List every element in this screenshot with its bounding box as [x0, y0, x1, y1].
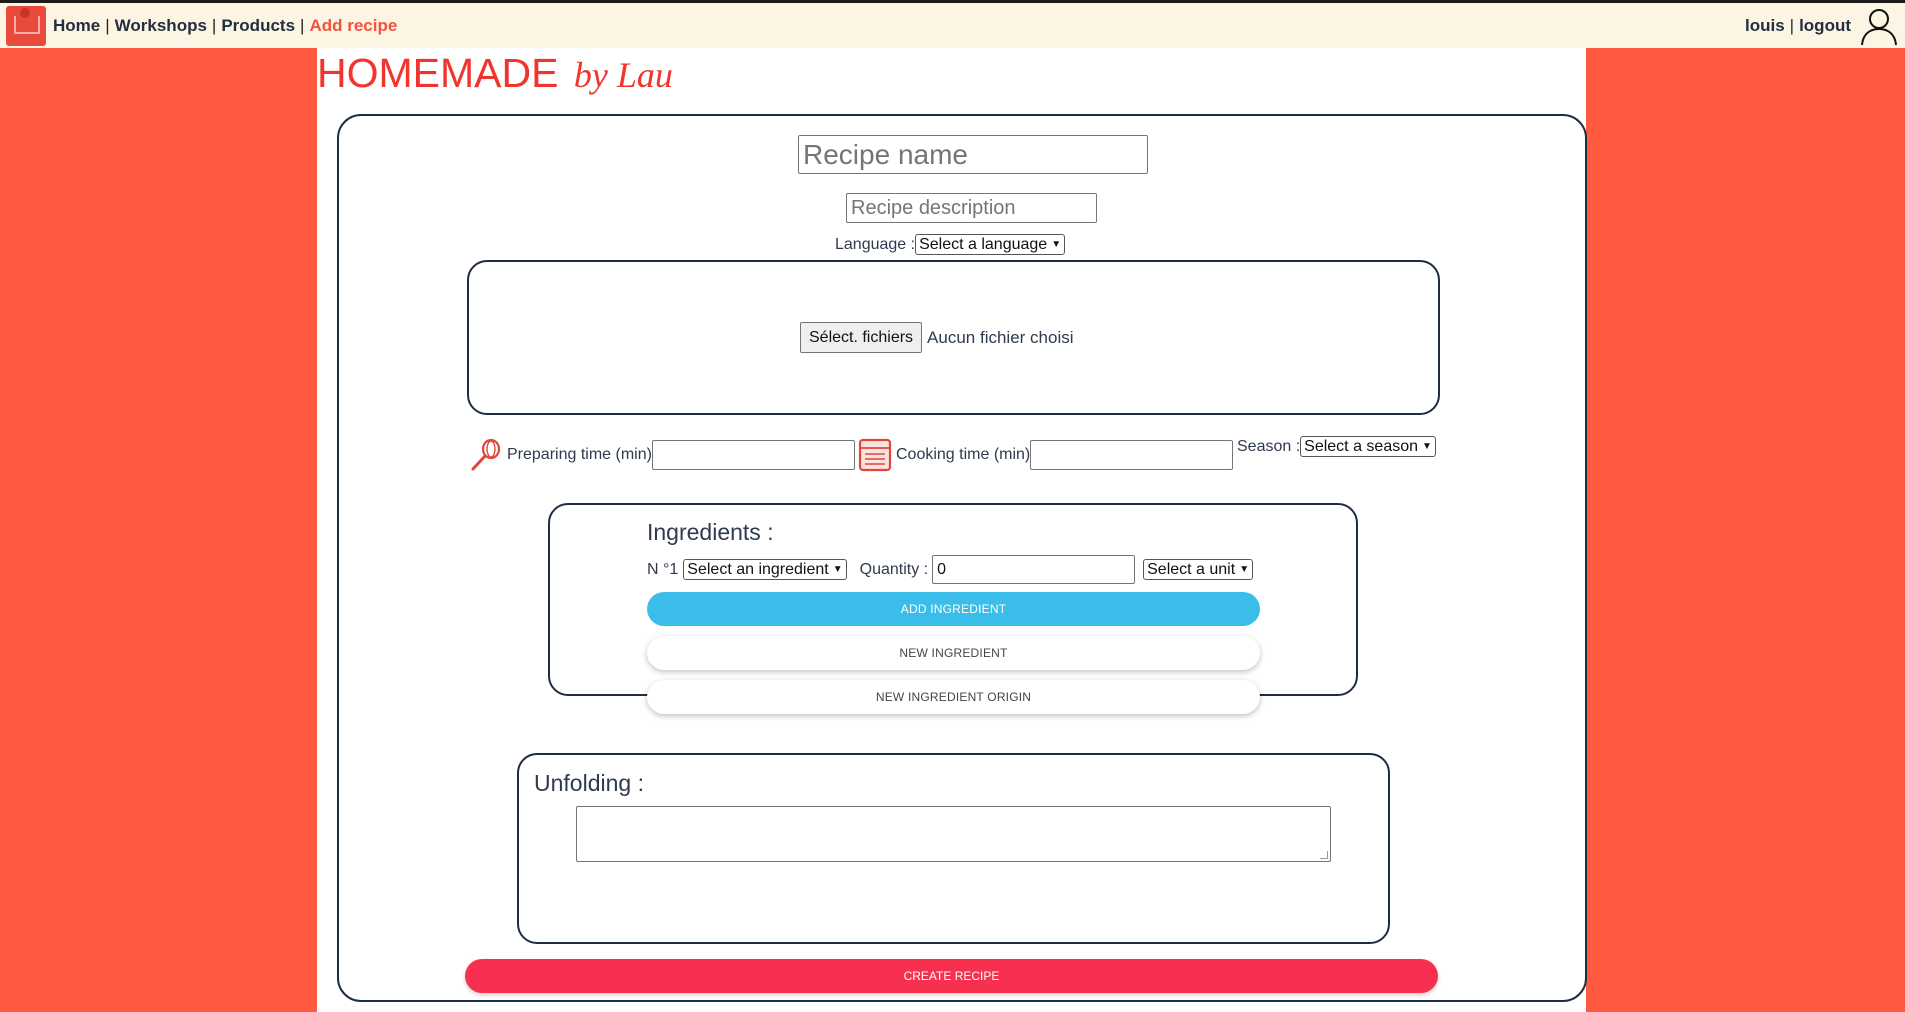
- preparing-time-label: Preparing time (min): [507, 446, 652, 463]
- quantity-input[interactable]: [932, 555, 1136, 584]
- file-picker: Sélect. fichiers Aucun fichier choisi: [800, 322, 1074, 353]
- unit-select[interactable]: Select a unit ▼: [1143, 559, 1254, 580]
- season-group: Season : Select a season ▼: [1237, 436, 1436, 457]
- season-select-value: Select a season: [1304, 437, 1419, 455]
- nav-separator: |: [105, 15, 110, 35]
- whisk-icon: [471, 438, 501, 471]
- quantity-label: Quantity :: [859, 560, 929, 578]
- ingredient-select-value: Select an ingredient: [687, 560, 829, 578]
- season-select[interactable]: Select a season ▼: [1300, 436, 1436, 457]
- language-label: Language :: [835, 235, 916, 253]
- logout-link[interactable]: logout: [1799, 16, 1851, 36]
- image-upload-zone[interactable]: Sélect. fichiers Aucun fichier choisi: [467, 260, 1440, 415]
- brand-script: by Lau: [573, 55, 673, 95]
- language-select[interactable]: Select a language ▼: [915, 234, 1066, 255]
- nav-add-recipe[interactable]: Add recipe: [309, 16, 397, 36]
- chef-logo-icon[interactable]: [6, 5, 46, 46]
- user-name-link[interactable]: louis: [1745, 16, 1785, 36]
- recipe-name-input[interactable]: [798, 135, 1148, 174]
- language-row: Language : Select a language ▼: [835, 234, 1066, 255]
- new-ingredient-origin-button[interactable]: NEW INGREDIENT ORIGIN: [647, 680, 1260, 714]
- resize-handle[interactable]: [1320, 851, 1328, 859]
- cooking-time-label: Cooking time (min): [896, 446, 1031, 463]
- language-select-value: Select a language: [919, 235, 1048, 253]
- user-separator: |: [1789, 15, 1795, 35]
- time-season-row: Preparing time (min) Cooking time (min) …: [469, 436, 1449, 476]
- file-status-text: Aucun fichier choisi: [927, 327, 1074, 347]
- add-ingredient-button[interactable]: ADD INGREDIENT: [647, 592, 1260, 626]
- unfolding-title: Unfolding :: [534, 770, 644, 796]
- top-navbar: Home | Workshops | Products | Add recipe…: [0, 0, 1905, 48]
- create-recipe-button[interactable]: CREATE RECIPE: [465, 959, 1438, 993]
- nav-home[interactable]: Home: [53, 16, 100, 36]
- unit-select-value: Select a unit: [1147, 560, 1236, 578]
- oven-icon: [858, 438, 892, 472]
- ingredient-number-label: N °1: [647, 560, 679, 578]
- nav-products[interactable]: Products: [221, 16, 295, 36]
- nav-workshops[interactable]: Workshops: [115, 16, 207, 36]
- select-files-button[interactable]: Sélect. fichiers: [800, 322, 923, 353]
- cooking-time-group: Cooking time (min): [858, 438, 1234, 472]
- unfolding-textarea[interactable]: [576, 806, 1331, 862]
- brand-title: HOMEMADE by Lau: [317, 50, 673, 97]
- nav-separator: |: [300, 15, 305, 35]
- ingredients-title: Ingredients :: [647, 519, 774, 545]
- new-ingredient-button[interactable]: NEW INGREDIENT: [647, 636, 1260, 670]
- chevron-down-icon: ▼: [1239, 564, 1250, 575]
- ingredient-select[interactable]: Select an ingredient ▼: [683, 559, 847, 580]
- main-nav: Home | Workshops | Products | Add recipe: [53, 16, 397, 36]
- cooking-time-input[interactable]: [1030, 440, 1234, 470]
- chevron-down-icon: ▼: [832, 564, 843, 575]
- nav-separator: |: [211, 15, 217, 35]
- preparing-time-input[interactable]: [651, 440, 855, 470]
- user-icon[interactable]: [1859, 6, 1899, 46]
- chevron-down-icon: ▼: [1422, 441, 1432, 452]
- brand-main: HOMEMADE: [317, 50, 559, 96]
- unfolding-section: Unfolding :: [517, 753, 1390, 944]
- user-area: louis | logout: [1745, 3, 1905, 48]
- ingredients-section: Ingredients : N °1 Select an ingredient …: [548, 503, 1358, 714]
- recipe-form-card: Language : Select a language ▼ Sélect. f…: [337, 114, 1587, 1002]
- recipe-description-input[interactable]: [846, 193, 1097, 223]
- season-label: Season :: [1237, 437, 1301, 455]
- main-content: HOMEMADE by Lau Language : Select a lang…: [317, 48, 1587, 1012]
- ingredient-row: N °1 Select an ingredient ▼ Quantity : S…: [647, 555, 1254, 584]
- chevron-down-icon: ▼: [1051, 239, 1062, 250]
- preparing-time-group: Preparing time (min): [469, 438, 855, 472]
